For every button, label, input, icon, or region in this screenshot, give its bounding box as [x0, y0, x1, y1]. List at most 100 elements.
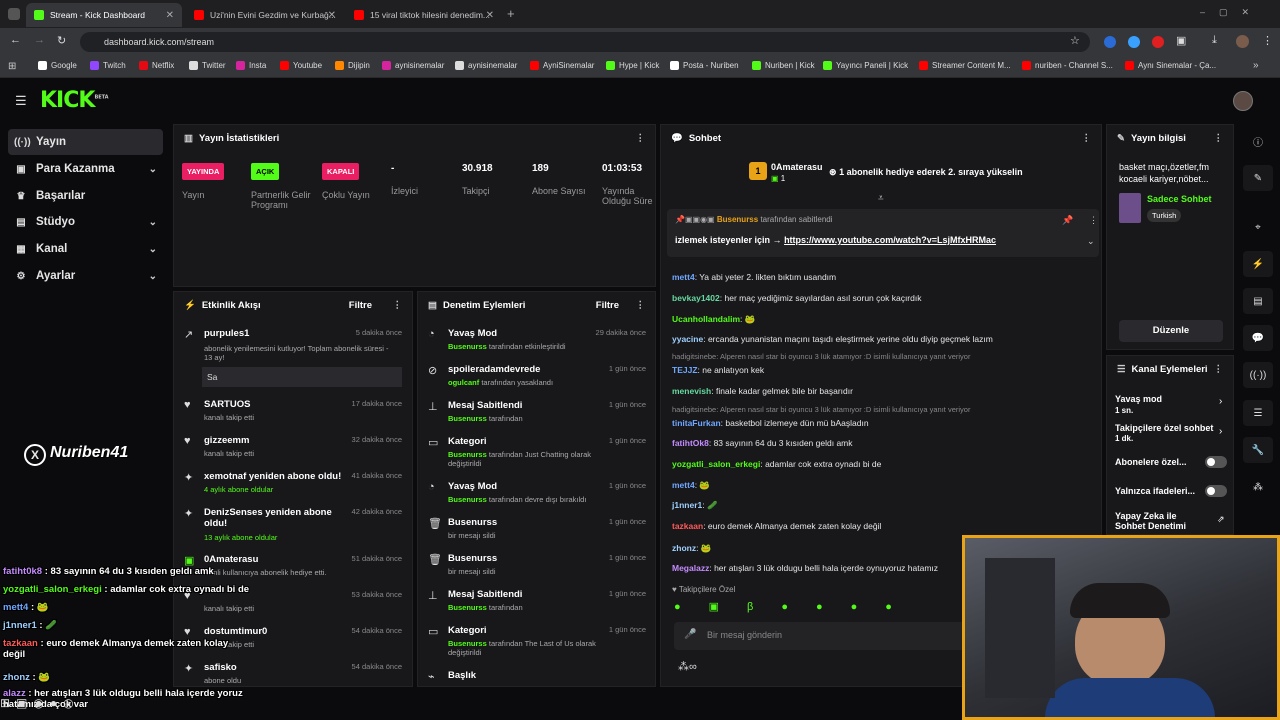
close-tab-icon[interactable]: ✕: [486, 10, 494, 21]
chat-username[interactable]: yozgatli_salon_erkegi: [672, 459, 760, 469]
chat-username[interactable]: Megalazz: [672, 563, 709, 573]
info-icon[interactable]: ⓘ: [1243, 128, 1273, 154]
hamburger-menu-icon[interactable]: ☰: [15, 93, 27, 109]
sidebar-item-basarilar[interactable]: ♛ Başarılar: [8, 183, 163, 209]
more-bookmarks-icon[interactable]: »: [1253, 60, 1259, 71]
bookmark-item[interactable]: Streamer Content M...: [919, 61, 1011, 70]
apps-grid-icon[interactable]: ⊞: [8, 61, 16, 72]
emotes-only-toggle[interactable]: [1205, 485, 1227, 497]
pinned-link[interactable]: https://www.youtube.com/watch?v=LsjMfxHR…: [784, 235, 996, 245]
chat-tool-icon[interactable]: 💬: [1243, 325, 1273, 351]
emotes-only-label: Yalnızca ifadeleri...: [1115, 486, 1196, 496]
chat-username[interactable]: zhonz: [672, 543, 696, 553]
extensions-puzzle-icon[interactable]: ▣: [1176, 34, 1186, 47]
sidebar-item-kanal[interactable]: ▦ Kanal ⌄: [8, 236, 163, 262]
tab-kick-dashboard[interactable]: Stream - Kick Dashboard ✕: [26, 3, 182, 27]
bookmark-item[interactable]: Twitter: [189, 61, 226, 70]
url-field[interactable]: dashboard.kick.com/stream: [80, 32, 1090, 52]
panel-menu-icon[interactable]: ⋮: [636, 133, 646, 144]
profile-avatar[interactable]: [1236, 35, 1249, 48]
bookmark-star-icon[interactable]: ☆: [1070, 34, 1080, 47]
tab-youtube-1[interactable]: Uzi'nin Evini Gezdim ve Kurbağ... ✕: [186, 3, 344, 27]
edit-button[interactable]: Düzenle: [1119, 320, 1223, 342]
bookmark-item[interactable]: Youtube: [280, 61, 322, 70]
chat-username[interactable]: mett4: [672, 480, 695, 490]
address-bar: ← → ↻ dashboard.kick.com/stream ☆ ▣ ⤓ ⋮: [0, 28, 1280, 56]
chat-username[interactable]: tazkaan: [672, 521, 703, 531]
lightning-tool-icon[interactable]: ⚡: [1243, 251, 1273, 277]
pinned-menu-icon[interactable]: ⋮: [1089, 215, 1098, 226]
more-tools-icon[interactable]: ⁂: [1243, 474, 1273, 500]
chat-username[interactable]: TEJJZ: [672, 365, 698, 375]
window-controls[interactable]: –▢✕: [1200, 7, 1263, 18]
back-icon[interactable]: ←: [10, 34, 21, 46]
chat-username[interactable]: mett4: [672, 272, 695, 282]
sidebar-item-para-kazanma[interactable]: ▣ Para Kazanma ⌄: [8, 156, 163, 182]
emote-bar[interactable]: ●▣β●●●●: [674, 600, 964, 615]
bookmark-item[interactable]: Insta: [236, 61, 266, 70]
pencil-tool-icon[interactable]: ✎: [1243, 165, 1273, 191]
close-tab-icon[interactable]: ✕: [328, 10, 336, 21]
external-link-icon[interactable]: ⇗: [1217, 514, 1225, 525]
forward-icon[interactable]: →: [34, 34, 45, 46]
bookmark-item[interactable]: aynisinemalar: [382, 61, 444, 70]
panel-menu-icon[interactable]: ⋮: [1214, 364, 1224, 375]
bookmark-item[interactable]: nuriben - Channel S...: [1022, 61, 1113, 70]
bookmark-item[interactable]: Yayıncı Paneli | Kick: [823, 61, 908, 70]
chat-username[interactable]: fatihtOk8: [672, 438, 709, 448]
chat-username[interactable]: yyacine: [672, 334, 703, 344]
bookmark-item[interactable]: Google: [38, 61, 77, 70]
bookmark-item[interactable]: AyniSinemalar: [530, 61, 594, 70]
panel-menu-icon[interactable]: ⋮: [1082, 133, 1092, 144]
bookmark-item[interactable]: aynisinemalar: [455, 61, 517, 70]
subscribers-only-toggle[interactable]: [1205, 456, 1227, 468]
tab-youtube-2[interactable]: 15 viral tiktok hilesini denedim... ✕: [346, 3, 502, 27]
kick-logo[interactable]: KICKBETA: [40, 88, 109, 113]
bookmark-item[interactable]: Posta - Nuriben: [670, 61, 739, 70]
chevron-right-icon[interactable]: ›: [1219, 396, 1222, 407]
sidebar-item-ayarlar[interactable]: ⚙ Ayarlar ⌄: [8, 263, 163, 289]
close-tab-icon[interactable]: ✕: [166, 10, 174, 21]
chat-username[interactable]: Ucanhollandalim: [672, 314, 740, 324]
sidebar-item-studyo[interactable]: ▤ Stüdyo ⌄: [8, 209, 163, 235]
sidebar-item-yayin[interactable]: ((·)) Yayın: [8, 129, 163, 155]
taskbar-icons[interactable]: ⊞▣◉●◎: [0, 696, 180, 720]
expand-icon[interactable]: ⩡: [878, 193, 884, 204]
category-name[interactable]: Sadece Sohbet: [1147, 194, 1212, 204]
document-tool-icon[interactable]: ▤: [1243, 288, 1273, 314]
extension-icon[interactable]: [1128, 36, 1140, 48]
filter-button[interactable]: Filtre: [349, 300, 372, 311]
chat-username[interactable]: bevkay1402: [672, 293, 720, 303]
mic-icon[interactable]: 🎤: [684, 629, 696, 640]
chat-tools-icon[interactable]: ⁂∞: [678, 660, 697, 673]
reload-icon[interactable]: ↻: [57, 34, 66, 47]
chat-username[interactable]: tinitaFurkan: [672, 418, 721, 428]
bookmark-item[interactable]: Nuriben | Kick: [752, 61, 815, 70]
bookmark-item[interactable]: Twitch: [90, 61, 126, 70]
new-tab-icon[interactable]: +: [507, 6, 515, 21]
list-tool-icon[interactable]: ☰: [1243, 400, 1273, 426]
bookmark-item[interactable]: Aynı Sinemalar - Ça...: [1125, 61, 1216, 70]
extension-icon[interactable]: [1104, 36, 1116, 48]
tab-search-icon[interactable]: [8, 8, 20, 20]
panel-menu-icon[interactable]: ⋮: [636, 300, 646, 311]
filter-button[interactable]: Filtre: [596, 300, 619, 311]
chevron-down-icon[interactable]: ⌄: [1087, 236, 1095, 247]
extension-icon[interactable]: [1152, 36, 1164, 48]
user-avatar[interactable]: [1233, 91, 1253, 111]
focus-icon[interactable]: ⌖: [1243, 214, 1273, 240]
chevron-right-icon[interactable]: ›: [1219, 426, 1222, 437]
chat-username[interactable]: menevish: [672, 386, 711, 396]
download-icon[interactable]: ⤓: [1212, 34, 1217, 47]
bookmark-item[interactable]: Dijipin: [335, 61, 370, 70]
broadcast-tool-icon[interactable]: ((·)): [1243, 362, 1273, 388]
lightning-icon: ⚡: [184, 299, 196, 311]
pin-icon[interactable]: 📌: [1062, 215, 1073, 226]
browser-menu-icon[interactable]: ⋮: [1262, 34, 1273, 47]
wrench-tool-icon[interactable]: 🔧: [1243, 437, 1273, 463]
panel-menu-icon[interactable]: ⋮: [393, 300, 403, 311]
chat-username[interactable]: j1nner1: [672, 500, 702, 510]
bookmark-item[interactable]: Hype | Kick: [606, 61, 659, 70]
panel-menu-icon[interactable]: ⋮: [1214, 133, 1224, 144]
bookmark-item[interactable]: Netflix: [139, 61, 174, 70]
